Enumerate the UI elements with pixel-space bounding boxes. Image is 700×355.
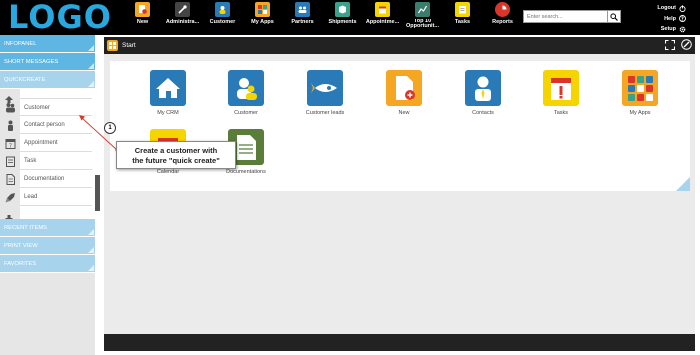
- new-doc-icon: [386, 70, 422, 106]
- edit-icon[interactable]: [681, 39, 692, 50]
- callout-box: Create a customer with the future "quick…: [116, 141, 236, 169]
- expand-corner-icon: [88, 45, 94, 51]
- customer-icon: [228, 70, 264, 106]
- help-link[interactable]: Help?: [657, 14, 686, 25]
- customer-icon: [5, 102, 15, 112]
- qc-item-contact-person[interactable]: Contact person: [0, 116, 92, 134]
- panel-favorites[interactable]: FAVORITES: [0, 255, 95, 273]
- calendar-icon: [375, 2, 390, 17]
- tasks-icon: [543, 70, 579, 106]
- qc-item-customer[interactable]: Customer: [0, 98, 92, 116]
- user-links: Logout Help? Setup: [657, 3, 686, 35]
- qc-item-documentation[interactable]: Documentation: [0, 170, 92, 188]
- expand-corner-icon: [88, 265, 94, 271]
- wrench-icon: [175, 2, 190, 17]
- page-title: Start: [122, 42, 136, 49]
- panel-short-messages[interactable]: SHORT MESSAGES: [0, 53, 95, 71]
- tile-contacts[interactable]: Contacts: [453, 70, 513, 116]
- svg-text:7: 7: [8, 143, 11, 149]
- tile-my-crm[interactable]: My CRM: [138, 70, 198, 116]
- expand-corner-icon: [88, 247, 94, 253]
- search-icon: [610, 12, 618, 21]
- new-icon: [135, 2, 150, 17]
- document-icon: [6, 173, 15, 185]
- callout-number-badge: 1: [104, 122, 116, 134]
- main-nav: New Administra... Customer My Apps Partn…: [126, 2, 526, 35]
- sidebar: INFOPANEL SHORT MESSAGES QUICKCREATE Cus…: [0, 35, 95, 355]
- content-title-bar: Start: [104, 37, 695, 54]
- tile-new[interactable]: New: [374, 70, 434, 116]
- contact-icon: [465, 70, 501, 106]
- panel-print-view[interactable]: PRINT VIEW: [0, 237, 95, 255]
- svg-text:?: ?: [681, 17, 684, 23]
- main-content: Start My CRM Customer Customer leads New…: [104, 37, 695, 351]
- resize-corner-icon[interactable]: [676, 177, 690, 191]
- panel-infopanel[interactable]: INFOPANEL: [0, 35, 95, 53]
- nav-tasks[interactable]: Tasks: [446, 2, 479, 35]
- nav-partners[interactable]: Partners: [286, 2, 319, 35]
- fullscreen-icon[interactable]: [665, 39, 675, 50]
- qc-item-lead[interactable]: Lead: [0, 188, 92, 206]
- help-icon: ?: [679, 15, 686, 22]
- task-icon: [5, 156, 15, 167]
- tasks-icon: [455, 2, 470, 17]
- chart-icon: [415, 2, 430, 17]
- tile-customer-leads[interactable]: Customer leads: [295, 70, 355, 116]
- nav-shipments[interactable]: Shipments: [326, 2, 359, 35]
- tile-tasks[interactable]: Tasks: [531, 70, 591, 116]
- home-icon: [150, 70, 186, 106]
- tile-my-apps[interactable]: My Apps: [610, 70, 670, 116]
- apps-icon: [255, 2, 270, 17]
- nav-new[interactable]: New: [126, 2, 159, 35]
- nav-customer[interactable]: Customer: [206, 2, 239, 35]
- panel-recent-items[interactable]: RECENT ITEMS: [0, 219, 95, 237]
- customer-icon: [215, 2, 230, 17]
- apps-icon: [622, 70, 658, 106]
- tile-grid: My CRM Customer Customer leads New Conta…: [110, 61, 690, 191]
- nav-top-10-opportunities[interactable]: Top 10 Opportunit...: [406, 2, 439, 35]
- quickcreate-list: Customer Contact person 7 Appointment Ta…: [0, 89, 95, 222]
- expand-corner-icon: [88, 63, 94, 69]
- nav-appointments[interactable]: Appointme...: [366, 2, 399, 35]
- logout-link[interactable]: Logout: [657, 3, 686, 14]
- expand-corner-icon: [88, 81, 94, 87]
- power-icon: [679, 5, 686, 12]
- apps-icon[interactable]: [107, 40, 118, 51]
- nav-administration[interactable]: Administra...: [166, 2, 199, 35]
- rocket-icon: [5, 192, 15, 202]
- search-button[interactable]: [607, 11, 620, 22]
- search-input[interactable]: [524, 11, 608, 22]
- nav-my-apps[interactable]: My Apps: [246, 2, 279, 35]
- qc-item-appointment[interactable]: 7 Appointment: [0, 134, 92, 152]
- calendar-icon: 7: [5, 138, 15, 149]
- logo[interactable]: LOGO: [8, 0, 112, 34]
- gear-icon: [679, 26, 686, 33]
- rocket-icon: [307, 70, 343, 106]
- partners-icon: [295, 2, 310, 17]
- shipment-icon: [335, 2, 350, 17]
- qc-item-task[interactable]: Task: [0, 152, 92, 170]
- expand-corner-icon: [88, 229, 94, 235]
- reports-icon: [495, 2, 510, 17]
- sidebar-resize-handle[interactable]: [95, 175, 100, 211]
- setup-link[interactable]: Setup: [657, 24, 686, 35]
- nav-reports[interactable]: Reports: [486, 2, 519, 35]
- panel-quickcreate[interactable]: QUICKCREATE: [0, 71, 95, 89]
- top-bar: LOGO New Administra... Customer My Apps …: [0, 0, 700, 35]
- content-footer: [104, 334, 695, 351]
- search-box: [523, 10, 621, 23]
- contact-person-icon: [7, 120, 13, 131]
- tile-customer[interactable]: Customer: [216, 70, 276, 116]
